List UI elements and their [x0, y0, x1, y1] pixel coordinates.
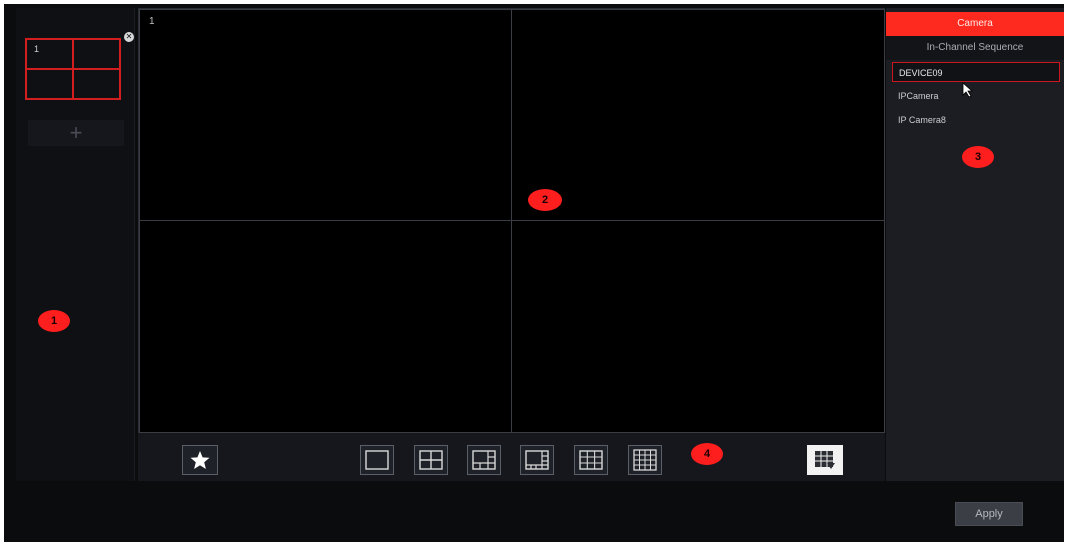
video-cell-3[interactable] [139, 220, 512, 433]
annotation-marker-label: 3 [974, 151, 982, 163]
annotation-marker-2: 2 [528, 189, 562, 211]
video-cell-4[interactable] [511, 220, 885, 433]
video-cell-2[interactable] [511, 9, 885, 221]
annotation-marker-label: 2 [541, 194, 549, 206]
layout-1-icon [365, 450, 389, 470]
tab-in-channel-sequence[interactable]: In-Channel Sequence [886, 36, 1064, 60]
layout-thumb-number: 1 [34, 44, 40, 54]
annotation-marker-label: 4 [703, 448, 711, 460]
layout-4-button[interactable] [414, 445, 448, 475]
more-layouts-icon [815, 451, 835, 469]
mouse-cursor-icon [962, 82, 974, 98]
custom-layout-thumbnail[interactable]: 1 [25, 38, 121, 100]
layout-8-icon [525, 450, 549, 470]
favorite-star-icon [190, 451, 210, 469]
camera-item-ipcamera[interactable]: IPCamera [892, 86, 1060, 106]
camera-item-ip-camera8[interactable]: IP Camera8 [892, 110, 1060, 130]
layout-6-button[interactable] [467, 445, 501, 475]
cell-number: 1 [149, 16, 155, 27]
annotation-marker-label: 1 [50, 315, 58, 327]
favorite-button[interactable] [182, 445, 218, 475]
layout-9-button[interactable] [574, 445, 608, 475]
thumbnail-divider-v [72, 40, 74, 98]
layout-8-button[interactable] [520, 445, 554, 475]
annotation-marker-1: 1 [38, 310, 70, 332]
layout-4-icon [419, 450, 443, 470]
video-cell-1[interactable]: 1 [139, 9, 512, 221]
camera-panel: Camera In-Channel Sequence DEVICE09 IPCa… [886, 8, 1064, 481]
annotation-marker-4: 4 [691, 443, 723, 465]
layout-toolbar: 4 [138, 433, 885, 481]
camera-item-device09[interactable]: DEVICE09 [892, 62, 1060, 82]
tab-camera[interactable]: Camera [886, 12, 1064, 36]
more-layouts-button[interactable] [807, 445, 843, 475]
layout-16-button[interactable] [628, 445, 662, 475]
layout-9-icon [579, 450, 603, 470]
layout-list-panel: 1 ✕ + 1 [16, 8, 135, 481]
annotation-marker-3: 3 [962, 146, 994, 168]
apply-button[interactable]: Apply [955, 502, 1023, 526]
layout-1-button[interactable] [360, 445, 394, 475]
layout-6-icon [472, 450, 496, 470]
close-icon[interactable]: ✕ [124, 32, 134, 42]
video-grid: 1 2 [138, 8, 885, 433]
add-layout-button[interactable]: + [28, 120, 124, 146]
layout-16-icon [633, 449, 657, 471]
